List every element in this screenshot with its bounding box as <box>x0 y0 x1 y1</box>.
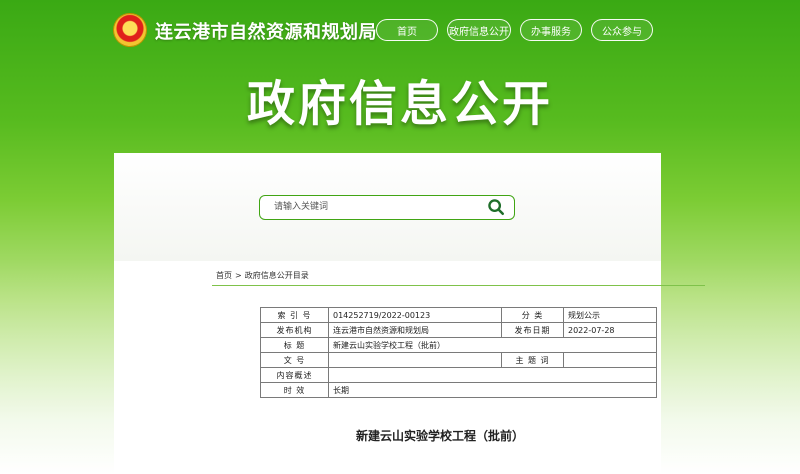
nav-gov-info-button[interactable]: 政府信息公开 <box>447 19 511 41</box>
table-row: 标 题 新建云山实验学校工程（批前） <box>260 337 657 353</box>
site-title[interactable]: 连云港市自然资源和规划局 <box>155 18 377 44</box>
doc-number-label: 文 号 <box>260 352 329 368</box>
table-row: 内容概述 <box>260 367 657 383</box>
metadata-table: 索 引 号 014252719/2022-00123 分 类 规划公示 发布机构… <box>260 307 657 398</box>
subject-words-value <box>563 352 657 368</box>
breadcrumb-current-link[interactable]: 政府信息公开目录 <box>245 271 309 280</box>
publisher-label: 发布机构 <box>260 322 329 338</box>
category-label: 分 类 <box>501 307 564 323</box>
index-number-label: 索 引 号 <box>260 307 329 323</box>
title-label: 标 题 <box>260 337 329 353</box>
doc-number-value <box>328 352 502 368</box>
summary-value <box>328 367 657 383</box>
category-value: 规划公示 <box>563 307 657 323</box>
main-nav: 首页 政府信息公开 办事服务 公众参与 <box>376 19 653 41</box>
national-emblem-icon <box>114 14 146 46</box>
title-value: 新建云山实验学校工程（批前） <box>328 337 657 353</box>
table-row: 文 号 主 题 词 <box>260 352 657 368</box>
publisher-value: 连云港市自然资源和规划局 <box>328 322 502 338</box>
breadcrumb-home-link[interactable]: 首页 <box>216 271 232 280</box>
validity-value: 长期 <box>328 382 657 398</box>
nav-services-button[interactable]: 办事服务 <box>520 19 582 41</box>
summary-label: 内容概述 <box>260 367 329 383</box>
search-box <box>259 195 515 220</box>
nav-home-button[interactable]: 首页 <box>376 19 438 41</box>
publish-date-label: 发布日期 <box>501 322 564 338</box>
nav-public-participation-button[interactable]: 公众参与 <box>591 19 653 41</box>
breadcrumb: 首页 > 政府信息公开目录 <box>216 270 309 281</box>
search-input[interactable] <box>274 196 474 218</box>
index-number-value: 014252719/2022-00123 <box>328 307 502 323</box>
subject-words-label: 主 题 词 <box>501 352 564 368</box>
breadcrumb-separator: > <box>235 271 242 280</box>
table-row: 索 引 号 014252719/2022-00123 分 类 规划公示 <box>260 307 657 323</box>
validity-label: 时 效 <box>260 382 329 398</box>
breadcrumb-divider <box>212 285 705 286</box>
table-row: 时 效 长期 <box>260 382 657 398</box>
search-icon[interactable] <box>487 198 505 216</box>
document-title: 新建云山实验学校工程（批前） <box>355 429 524 443</box>
table-row: 发布机构 连云港市自然资源和规划局 发布日期 2022-07-28 <box>260 322 657 338</box>
site-header: 连云港市自然资源和规划局 首页 政府信息公开 办事服务 公众参与 <box>0 0 800 60</box>
hero-title: 政府信息公开 <box>246 76 553 132</box>
publish-date-value: 2022-07-28 <box>563 322 657 338</box>
